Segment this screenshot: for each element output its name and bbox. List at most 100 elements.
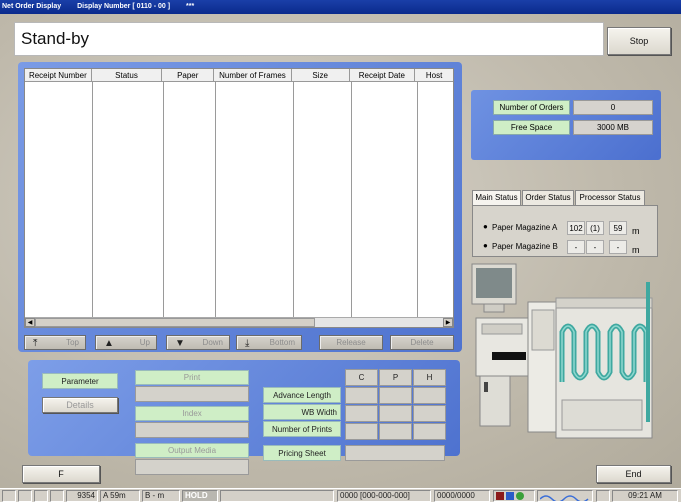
top-button[interactable]: ⤒ Top <box>24 335 86 350</box>
horizontal-scrollbar[interactable]: ◀ ▶ <box>25 317 453 327</box>
display-number: Display Number [ 0110 - 00 ] <box>77 3 171 10</box>
output-media-label: Output Media <box>135 443 249 458</box>
media-icon <box>506 492 515 500</box>
number-of-prints-label: Number of Prints <box>263 421 341 437</box>
free-space-value: 3000 MB <box>573 120 653 135</box>
col-status[interactable]: Status <box>92 69 163 81</box>
magazine-a-unit: m <box>632 226 640 236</box>
free-space-label: Free Space <box>493 120 570 135</box>
title-stars: *** <box>186 3 195 10</box>
grid-header-c: C <box>345 369 378 386</box>
status-bar: 9354 A 59m B - m HOLD 0000 [000-000-000]… <box>0 488 681 502</box>
status-cell <box>50 490 64 502</box>
status-cell <box>18 490 32 502</box>
status-cell <box>220 490 334 502</box>
pricing-sheet-label: Pricing Sheet <box>263 445 341 461</box>
grid-cell[interactable] <box>379 387 412 404</box>
index-label: Index <box>135 406 249 421</box>
grid-cell[interactable] <box>345 387 378 404</box>
column-divider <box>351 82 352 317</box>
status-cell <box>2 490 16 502</box>
down-arrow-icon: ▼ <box>175 338 185 349</box>
status-counter: 9354 <box>66 490 98 502</box>
number-of-orders-value: 0 <box>573 100 653 115</box>
release-button[interactable]: Release <box>319 335 383 350</box>
status-display: Stand-by <box>14 22 604 56</box>
grid-cell[interactable] <box>345 405 378 422</box>
magazine-b-unit: m <box>632 245 640 255</box>
output-media-field[interactable] <box>135 459 249 475</box>
magazine-b-label: Paper Magazine B <box>492 242 558 251</box>
machine-icon <box>471 263 653 439</box>
main-status-panel: ● Paper Magazine A 102 (1) 59 m ● Paper … <box>472 205 658 257</box>
magazine-a-label: Paper Magazine A <box>492 223 558 232</box>
magazine-b-length: - <box>567 240 585 254</box>
table-header: Receipt Number Status Paper Number of Fr… <box>25 69 453 82</box>
magazine-b-count: - <box>586 240 604 254</box>
pricing-sheet-field[interactable] <box>345 445 445 461</box>
hold-indicator: HOLD <box>182 490 218 502</box>
col-number-of-frames[interactable]: Number of Frames <box>214 69 292 81</box>
col-receipt-date[interactable]: Receipt Date <box>350 69 416 81</box>
delete-button[interactable]: Delete <box>390 335 454 350</box>
app-title: Net Order Display <box>2 3 62 10</box>
details-button[interactable]: Details <box>42 397 118 413</box>
index-field[interactable] <box>135 422 249 438</box>
up-arrow-icon: ▲ <box>104 338 114 349</box>
printer-icon <box>496 492 504 500</box>
parameter-tab[interactable]: Parameter <box>42 373 118 389</box>
col-host[interactable]: Host <box>415 69 453 81</box>
grid-cell[interactable] <box>413 405 446 422</box>
bottom-button[interactable]: ⤓ Bottom <box>236 335 302 350</box>
status-icons <box>493 490 535 502</box>
magazine-a-length: 102 <box>567 221 585 235</box>
status-magazine-a: A 59m <box>100 490 140 502</box>
status-clock: 09:21 AM <box>612 490 678 502</box>
stop-button[interactable]: Stop <box>607 27 671 55</box>
column-divider <box>293 82 294 317</box>
col-receipt-number[interactable]: Receipt Number <box>25 69 92 81</box>
grid-cell[interactable] <box>413 423 446 440</box>
status-magazine-b: B - m <box>142 490 180 502</box>
magazine-a-count: (1) <box>586 221 604 235</box>
wave-icon <box>539 495 589 501</box>
f-button[interactable]: F <box>22 465 100 483</box>
scroll-left-icon[interactable]: ◀ <box>25 318 35 327</box>
print-field[interactable] <box>135 386 249 402</box>
grid-header-p: P <box>379 369 412 386</box>
status-cell <box>34 490 48 502</box>
end-button[interactable]: End <box>596 465 671 483</box>
print-grid: C P H <box>345 369 446 440</box>
scroll-thumb[interactable] <box>35 318 315 327</box>
grid-cell[interactable] <box>379 423 412 440</box>
minilab-machine-illustration <box>470 262 660 448</box>
col-size[interactable]: Size <box>292 69 350 81</box>
order-table[interactable]: Receipt Number Status Paper Number of Fr… <box>24 68 454 328</box>
tab-main-status[interactable]: Main Status <box>472 190 521 205</box>
status-order-code: 0000 [000-000-000] <box>337 490 431 502</box>
grid-cell[interactable] <box>413 387 446 404</box>
bullet-icon: ● <box>483 222 488 231</box>
advance-length-label: Advance Length <box>263 387 341 403</box>
number-of-orders-label: Number of Orders <box>493 100 570 115</box>
grid-cell[interactable] <box>345 423 378 440</box>
column-divider <box>417 82 418 317</box>
down-button[interactable]: ▼ Down <box>166 335 230 350</box>
title-bar: Net Order Display Display Number [ 0110 … <box>0 0 681 14</box>
tab-order-status[interactable]: Order Status <box>522 190 574 205</box>
column-divider <box>163 82 164 317</box>
status-ratio: 0000/0000 <box>434 490 490 502</box>
tab-processor-status[interactable]: Processor Status <box>575 190 645 205</box>
status-wave <box>537 490 593 502</box>
magazine-a-remaining: 59 <box>609 221 627 235</box>
scroll-right-icon[interactable]: ▶ <box>443 318 453 327</box>
grid-cell[interactable] <box>379 405 412 422</box>
column-divider <box>215 82 216 317</box>
column-divider <box>92 82 93 317</box>
col-paper[interactable]: Paper <box>162 69 215 81</box>
bottom-arrow-icon: ⤓ <box>245 338 250 349</box>
top-arrow-icon: ⤒ <box>33 338 38 349</box>
up-button[interactable]: ▲ Up <box>95 335 157 350</box>
print-label: Print <box>135 370 249 385</box>
status-cell <box>596 490 610 502</box>
